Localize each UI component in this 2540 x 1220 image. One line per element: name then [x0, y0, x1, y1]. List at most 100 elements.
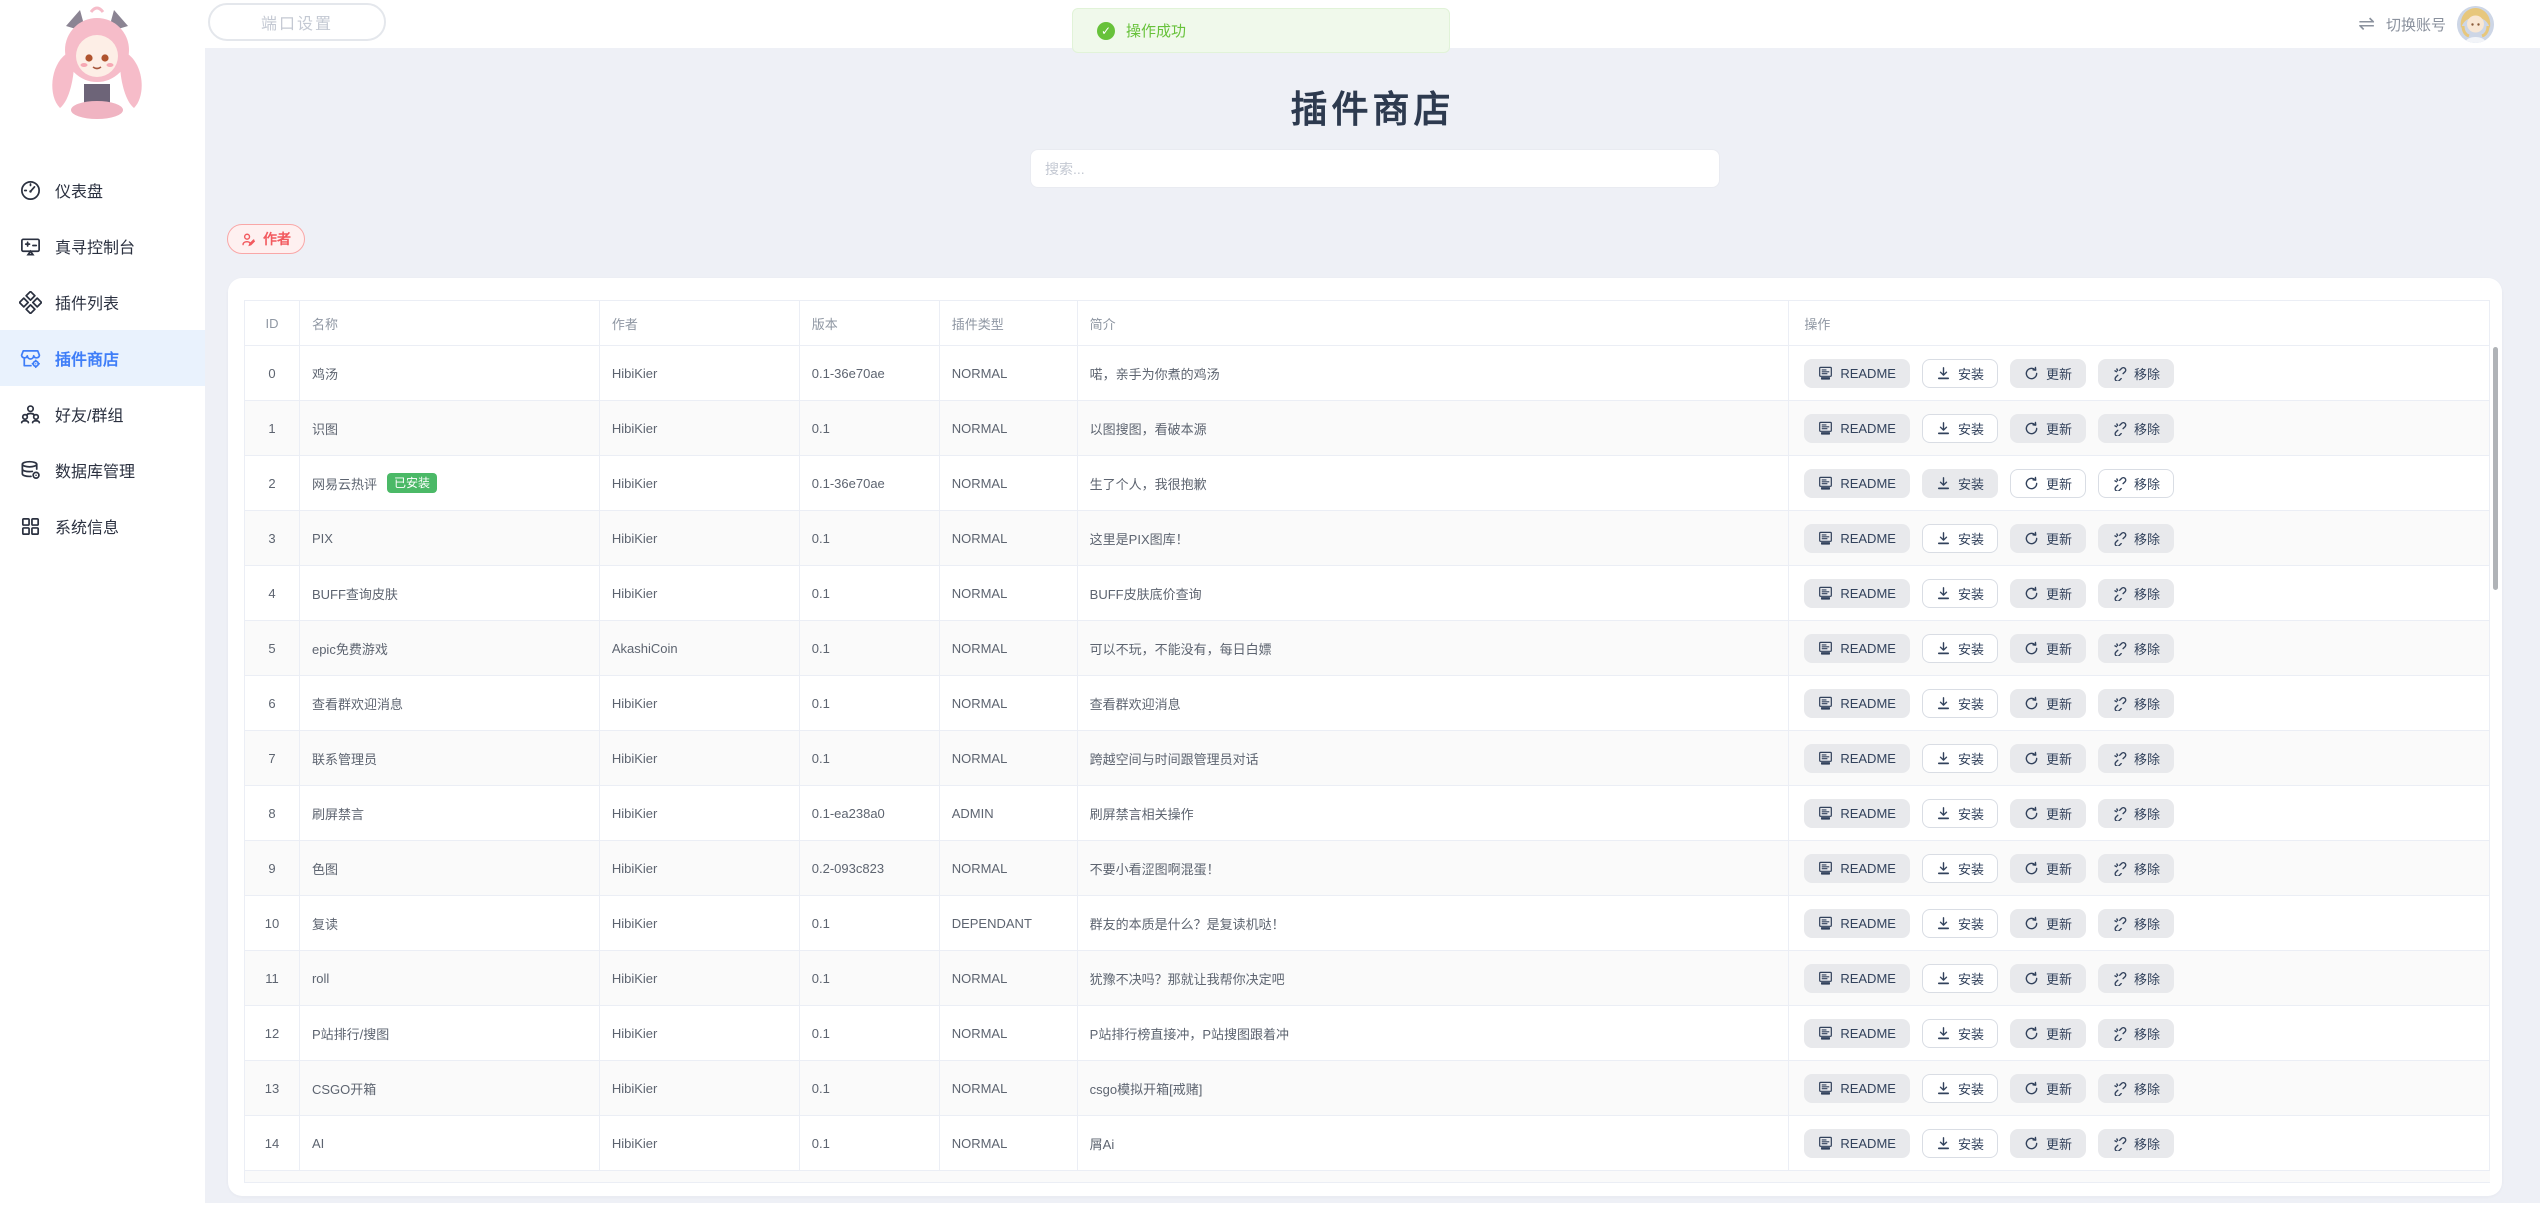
- remove-button[interactable]: 移除: [2098, 744, 2174, 773]
- install-button[interactable]: 安装: [1922, 469, 1998, 498]
- unlink-icon: [2112, 366, 2127, 381]
- refresh-icon: [2024, 751, 2039, 766]
- remove-button[interactable]: 移除: [2098, 854, 2174, 883]
- install-button[interactable]: 安装: [1922, 579, 1998, 608]
- remove-button[interactable]: 移除: [2098, 524, 2174, 553]
- readme-button[interactable]: README: [1804, 1019, 1910, 1048]
- col-type: 插件类型: [940, 301, 1078, 345]
- readme-button[interactable]: README: [1804, 359, 1910, 388]
- install-button[interactable]: 安装: [1922, 909, 1998, 938]
- main-content: 插件商店 作者 ID 名称 作者 版本 插件类型 简介 操作 0 鸡汤 Hibi…: [205, 48, 2540, 1203]
- sidebar-item-friends-groups[interactable]: 好友/群组: [0, 386, 205, 442]
- table-row: 5 epic免费游戏 AkashiCoin 0.1 NORMAL 可以不玩，不能…: [245, 621, 2490, 676]
- cell-id: 8: [245, 786, 300, 840]
- sidebar-item-system-info[interactable]: 系统信息: [0, 498, 205, 554]
- table-row: 12 P站排行/搜图 HibiKier 0.1 NORMAL P站排行榜直接冲，…: [245, 1006, 2490, 1061]
- install-button[interactable]: 安装: [1922, 359, 1998, 388]
- readme-icon: [1818, 861, 1833, 876]
- readme-button[interactable]: README: [1804, 964, 1910, 993]
- remove-button[interactable]: 移除: [2098, 634, 2174, 663]
- remove-button[interactable]: 移除: [2098, 1019, 2174, 1048]
- update-button[interactable]: 更新: [2010, 1019, 2086, 1048]
- sidebar-item-dashboard[interactable]: 仪表盘: [0, 162, 205, 218]
- readme-button[interactable]: README: [1804, 854, 1910, 883]
- update-button[interactable]: 更新: [2010, 689, 2086, 718]
- readme-button[interactable]: README: [1804, 689, 1910, 718]
- plugin-name: 识图: [312, 419, 338, 438]
- update-button[interactable]: 更新: [2010, 799, 2086, 828]
- author-filter-label: 作者: [263, 229, 291, 249]
- install-button[interactable]: 安装: [1922, 964, 1998, 993]
- update-button[interactable]: 更新: [2010, 964, 2086, 993]
- remove-button[interactable]: 移除: [2098, 1074, 2174, 1103]
- update-button[interactable]: 更新: [2010, 854, 2086, 883]
- remove-button[interactable]: 移除: [2098, 579, 2174, 608]
- install-button[interactable]: 安装: [1922, 689, 1998, 718]
- table-scrollbar[interactable]: [2493, 347, 2498, 590]
- readme-button[interactable]: README: [1804, 634, 1910, 663]
- install-button[interactable]: 安装: [1922, 524, 1998, 553]
- cell-actions: README 安装 更新 移除: [1789, 786, 2490, 840]
- search-input[interactable]: [1030, 149, 1720, 188]
- update-button[interactable]: 更新: [2010, 634, 2086, 663]
- update-button[interactable]: 更新: [2010, 414, 2086, 443]
- plugin-table: ID 名称 作者 版本 插件类型 简介 操作 0 鸡汤 HibiKier 0.1…: [244, 300, 2490, 1183]
- cell-author: HibiKier: [600, 456, 800, 510]
- remove-button[interactable]: 移除: [2098, 964, 2174, 993]
- install-button[interactable]: 安装: [1922, 1074, 1998, 1103]
- cell-desc: 跨越空间与时间跟管理员对话: [1078, 731, 1790, 785]
- readme-button[interactable]: README: [1804, 414, 1910, 443]
- install-button[interactable]: 安装: [1922, 744, 1998, 773]
- install-button[interactable]: 安装: [1922, 634, 1998, 663]
- remove-button[interactable]: 移除: [2098, 909, 2174, 938]
- update-button[interactable]: 更新: [2010, 1074, 2086, 1103]
- install-button[interactable]: 安装: [1922, 414, 1998, 443]
- sidebar-item-label: 仪表盘: [55, 178, 103, 202]
- readme-button[interactable]: README: [1804, 469, 1910, 498]
- plugin-name: P站排行/搜图: [312, 1024, 389, 1043]
- readme-button[interactable]: README: [1804, 1129, 1910, 1158]
- update-button[interactable]: 更新: [2010, 1129, 2086, 1158]
- plugin-name: CSGO开箱: [312, 1079, 376, 1098]
- sidebar-item-plugin-store[interactable]: 插件商店: [0, 330, 205, 386]
- unlink-icon: [2112, 806, 2127, 821]
- update-button[interactable]: 更新: [2010, 359, 2086, 388]
- sidebar-item-plugin-list[interactable]: 插件列表: [0, 274, 205, 330]
- readme-button[interactable]: README: [1804, 744, 1910, 773]
- refresh-icon: [2024, 1081, 2039, 1096]
- update-button[interactable]: 更新: [2010, 524, 2086, 553]
- cell-author: HibiKier: [600, 511, 800, 565]
- cell-type: NORMAL: [940, 731, 1078, 785]
- update-button[interactable]: 更新: [2010, 909, 2086, 938]
- download-icon: [1936, 971, 1951, 986]
- remove-button[interactable]: 移除: [2098, 689, 2174, 718]
- switch-account-control[interactable]: ⇌ 切换账号: [2358, 0, 2494, 48]
- remove-button[interactable]: 移除: [2098, 469, 2174, 498]
- readme-button[interactable]: README: [1804, 579, 1910, 608]
- readme-button[interactable]: README: [1804, 799, 1910, 828]
- readme-button[interactable]: README: [1804, 524, 1910, 553]
- install-button[interactable]: 安装: [1922, 1129, 1998, 1158]
- cell-version: 0.1: [800, 731, 940, 785]
- readme-button[interactable]: README: [1804, 1074, 1910, 1103]
- remove-button[interactable]: 移除: [2098, 359, 2174, 388]
- cell-name: AI: [300, 1116, 600, 1170]
- install-button[interactable]: 安装: [1922, 1019, 1998, 1048]
- update-button[interactable]: 更新: [2010, 579, 2086, 608]
- remove-button[interactable]: 移除: [2098, 799, 2174, 828]
- remove-button[interactable]: 移除: [2098, 414, 2174, 443]
- console-icon: [19, 235, 42, 258]
- sidebar-item-database[interactable]: 数据库管理: [0, 442, 205, 498]
- avatar[interactable]: [2457, 6, 2494, 43]
- remove-button[interactable]: 移除: [2098, 1129, 2174, 1158]
- install-button[interactable]: 安装: [1922, 799, 1998, 828]
- update-button[interactable]: 更新: [2010, 469, 2086, 498]
- sidebar-item-console[interactable]: 真寻控制台: [0, 218, 205, 274]
- port-settings-button[interactable]: 端口设置: [208, 3, 386, 41]
- cell-author: HibiKier: [600, 1061, 800, 1115]
- cell-author: AkashiCoin: [600, 621, 800, 675]
- author-filter-button[interactable]: 作者: [227, 224, 305, 254]
- install-button[interactable]: 安装: [1922, 854, 1998, 883]
- readme-button[interactable]: README: [1804, 909, 1910, 938]
- update-button[interactable]: 更新: [2010, 744, 2086, 773]
